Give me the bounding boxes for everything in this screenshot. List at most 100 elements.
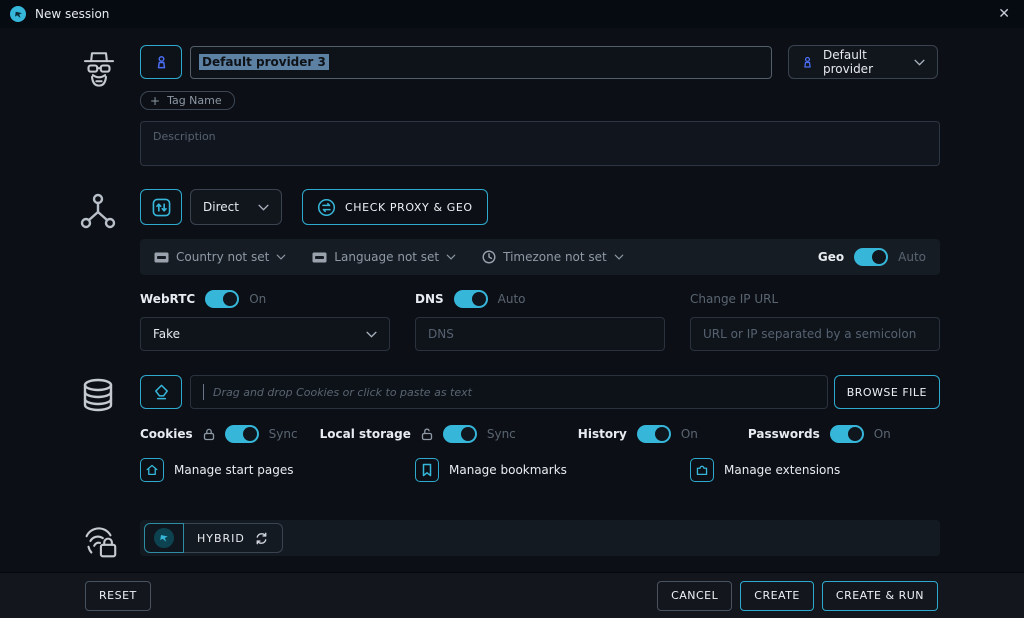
local-storage-toggle-group: Local storage Sync [320, 425, 516, 443]
up-down-arrows-icon [152, 198, 171, 217]
description-textarea-wrap [140, 121, 940, 166]
add-tag-button[interactable]: + Tag Name [140, 91, 235, 110]
fingerprint-lock-icon [78, 520, 120, 562]
timezone-label: Timezone not set [503, 250, 607, 264]
passwords-label: Passwords [748, 427, 820, 441]
passwords-toggle-group: Passwords On [748, 425, 891, 443]
cookies-dropzone[interactable]: Drag and drop Cookies or click to paste … [190, 375, 828, 409]
database-icon [78, 376, 118, 482]
local-storage-label: Local storage [320, 427, 411, 441]
chevron-down-icon [614, 254, 624, 260]
manage-start-pages-button[interactable]: Manage start pages [140, 458, 390, 482]
session-name-input[interactable]: Default provider 3 [190, 46, 772, 79]
create-button[interactable]: CREATE [740, 581, 814, 611]
dns-state: Auto [498, 292, 526, 306]
chevron-down-icon [446, 254, 456, 260]
timezone-dropdown[interactable]: Timezone not set [482, 250, 624, 264]
cookies-toggle[interactable] [225, 425, 259, 443]
history-toggle[interactable] [637, 425, 671, 443]
cookies-dropzone-placeholder: Drag and drop Cookies or click to paste … [213, 386, 472, 399]
reset-button[interactable]: RESET [85, 581, 151, 611]
webrtc-column: WebRTC On Fake [140, 290, 390, 351]
clear-cookies-button[interactable] [140, 375, 182, 409]
dns-input[interactable] [428, 327, 652, 341]
lock-closed-icon [203, 428, 215, 441]
description-textarea[interactable] [153, 130, 927, 157]
browse-file-button[interactable]: BROWSE FILE [834, 375, 940, 409]
manage-bookmarks-label: Manage bookmarks [449, 463, 567, 477]
fingerprint-mode-button[interactable]: HYBRID [144, 523, 283, 553]
chevron-down-icon [276, 254, 286, 260]
close-icon[interactable]: ✕ [994, 5, 1014, 23]
cookies-toggle-group: Cookies Sync [140, 425, 298, 443]
history-state: On [681, 427, 698, 441]
webrtc-mode-label: Fake [153, 327, 180, 341]
footer-bar: RESET CANCEL CREATE CREATE & RUN [0, 572, 1024, 618]
manage-extensions-label: Manage extensions [724, 463, 840, 477]
manage-bookmarks-button[interactable]: Manage bookmarks [415, 458, 665, 482]
history-label: History [578, 427, 627, 441]
geo-toggle-state: Auto [898, 250, 926, 264]
reset-label: RESET [99, 589, 137, 602]
swap-arrows-icon [317, 198, 336, 217]
create-and-run-label: CREATE & RUN [836, 589, 924, 602]
dns-field-wrap [415, 317, 665, 351]
manage-start-pages-label: Manage start pages [174, 463, 293, 477]
fingerprint-strip: HYBRID [140, 520, 940, 556]
bookmark-icon [415, 458, 439, 482]
proxy-mode-dropdown[interactable]: Direct [190, 189, 282, 225]
webrtc-state: On [249, 292, 266, 306]
app-logo-icon [10, 6, 26, 22]
puzzle-extension-icon [690, 458, 714, 482]
proxy-type-button[interactable] [140, 189, 182, 225]
change-ip-input[interactable] [703, 327, 927, 341]
dns-column: DNS Auto [415, 290, 665, 351]
text-cursor [203, 384, 204, 400]
geo-settings-strip: Country not set Language not set [140, 239, 940, 275]
geo-toggle[interactable] [854, 248, 888, 266]
create-label: CREATE [754, 589, 800, 602]
change-ip-label: Change IP URL [690, 292, 778, 306]
clock-icon [482, 250, 496, 264]
flag-icon [312, 252, 327, 263]
passwords-toggle[interactable] [830, 425, 864, 443]
incognito-profile-icon [78, 48, 120, 166]
local-storage-toggle[interactable] [443, 425, 477, 443]
country-dropdown[interactable]: Country not set [154, 250, 286, 264]
person-icon [154, 55, 169, 70]
language-dropdown[interactable]: Language not set [312, 250, 456, 264]
chevron-down-icon [258, 204, 269, 211]
home-icon [140, 458, 164, 482]
provider-dropdown-label: Default provider [823, 48, 905, 76]
chevron-down-icon [366, 331, 377, 338]
flag-icon [154, 252, 169, 263]
language-label: Language not set [334, 250, 439, 264]
regenerate-icon [254, 531, 269, 546]
change-ip-field-wrap [690, 317, 940, 351]
profile-avatar-button[interactable] [140, 45, 182, 79]
cancel-button[interactable]: CANCEL [657, 581, 732, 611]
webrtc-toggle[interactable] [205, 290, 239, 308]
add-tag-label: Tag Name [167, 94, 222, 107]
storage-gutter [0, 375, 140, 482]
person-icon [801, 56, 814, 69]
fingerprint-gutter [0, 520, 140, 562]
cookies-state: Sync [269, 427, 298, 441]
provider-dropdown[interactable]: Default provider [788, 45, 938, 79]
profile-gutter [0, 45, 140, 166]
create-and-run-button[interactable]: CREATE & RUN [822, 581, 938, 611]
plus-icon: + [150, 94, 160, 108]
lock-open-icon [421, 428, 433, 441]
dns-toggle[interactable] [454, 290, 488, 308]
browse-file-label: BROWSE FILE [847, 386, 927, 399]
new-session-dialog: New session ✕ [0, 0, 1024, 618]
manage-extensions-button[interactable]: Manage extensions [690, 458, 940, 482]
webrtc-mode-dropdown[interactable]: Fake [140, 317, 390, 351]
change-ip-column: Change IP URL [690, 290, 940, 351]
chevron-down-icon [914, 59, 925, 66]
fingerprint-logo-segment[interactable] [144, 523, 184, 553]
country-label: Country not set [176, 250, 269, 264]
check-proxy-geo-button[interactable]: CHECK PROXY & GEO [302, 189, 488, 225]
network-proxy-icon [78, 191, 118, 351]
fingerprint-mode-segment[interactable]: HYBRID [184, 523, 283, 553]
